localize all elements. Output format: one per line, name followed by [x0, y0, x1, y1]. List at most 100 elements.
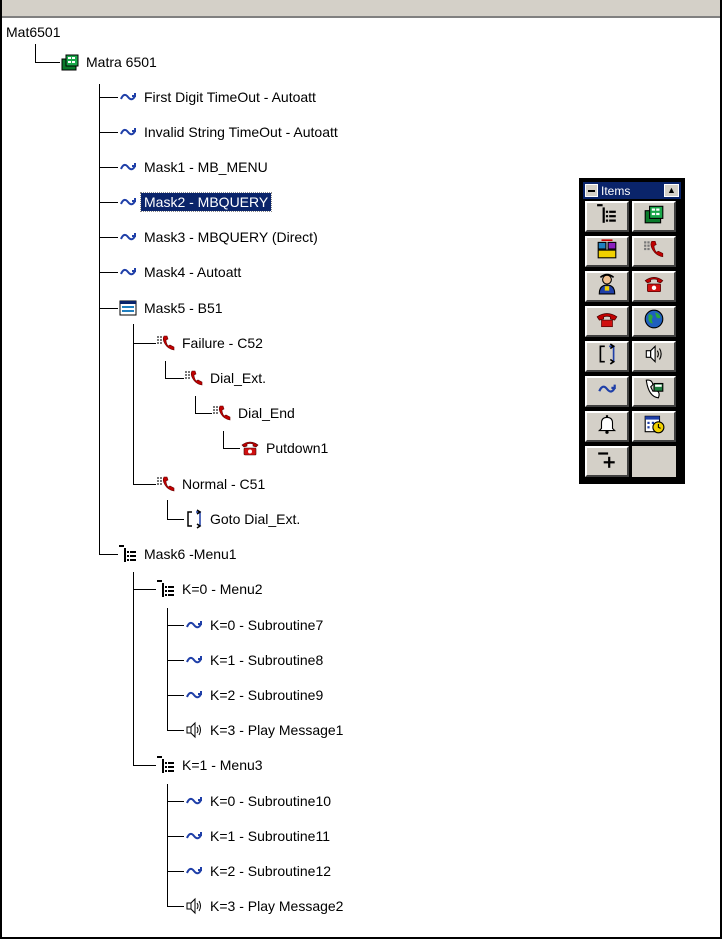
tree-connector	[195, 413, 212, 414]
tree-node[interactable]: Mask1 - MB_MENU	[118, 156, 271, 178]
tree-node[interactable]: Mask2 - MBQUERY	[118, 191, 273, 213]
tree-node[interactable]: Invalid String TimeOut - Autoatt	[118, 121, 341, 143]
tree-node-label: K=1 - Menu3	[182, 757, 263, 773]
tree-node-label: Normal - C51	[182, 476, 266, 492]
tree-node-label: Matra 6501	[86, 54, 157, 70]
tree-node-label: Mask3 - MBQUERY (Direct)	[144, 229, 318, 245]
collapse-up-icon[interactable]: ▲	[664, 184, 679, 197]
subroutine-arrow-icon	[118, 262, 138, 282]
palette-button-schedule[interactable]	[632, 411, 676, 442]
subroutine-arrow-icon	[596, 378, 618, 405]
palette-button-add-item[interactable]	[585, 446, 629, 477]
palette-button-subroutine-arrow[interactable]	[585, 376, 629, 407]
tree-node-label: Mask5 - B51	[144, 300, 223, 316]
tree-node[interactable]: Matra 6501	[60, 51, 160, 73]
goto-bracket-icon	[184, 509, 204, 529]
tree-node[interactable]: Dial_End	[212, 402, 298, 424]
tree-view-window: Mat6501 Matra 6501 First Digit TimeOut - …	[0, 0, 722, 939]
tree-node-label: K=0 - Subroutine10	[210, 793, 332, 809]
system-menu-icon[interactable]	[585, 184, 598, 197]
tree-node[interactable]: K=0 - Subroutine10	[184, 790, 334, 812]
tree-connector	[167, 519, 184, 520]
palette-button-speaker[interactable]	[632, 341, 676, 372]
palette-button-matra-switch[interactable]	[632, 201, 676, 232]
tree-node[interactable]: Mask4 - Autoatt	[118, 261, 244, 283]
tree-node-label: K=0 - Subroutine7	[210, 617, 324, 633]
tree-connector	[35, 62, 60, 63]
tree-node-label: Putdown1	[266, 440, 329, 456]
tree-node-label: K=3 - Play Message1	[210, 722, 344, 738]
tree-node[interactable]: K=0 - Menu2	[156, 578, 266, 600]
tree-connector	[167, 660, 184, 661]
tree-node[interactable]: Normal - C51	[156, 473, 268, 495]
palette-button-menu-tree[interactable]	[585, 201, 629, 232]
tree-connector	[167, 871, 184, 872]
tree-connector	[99, 132, 118, 133]
dial-phone-icon	[643, 238, 665, 265]
voicemail-icon	[643, 378, 665, 405]
tree-connector	[133, 589, 156, 590]
palette-button-hangup-phone[interactable]	[585, 306, 629, 337]
tree-node[interactable]: Putdown1	[240, 437, 331, 459]
palette-button-transfer[interactable]	[585, 236, 629, 267]
tree-connector	[165, 361, 166, 378]
tree-node-label: Failure - C52	[182, 335, 263, 351]
tree-node-label: Mask6 -Menu1	[144, 546, 237, 562]
speaker-icon	[643, 343, 665, 370]
palette-button-globe[interactable]	[632, 306, 676, 337]
tree-node[interactable]: First Digit TimeOut - Autoatt	[118, 86, 319, 108]
tree-node-label: K=1 - Subroutine11	[210, 828, 330, 844]
subroutine-arrow-icon	[184, 615, 204, 635]
tree-connector	[99, 308, 118, 309]
tree-node-label: First Digit TimeOut - Autoatt	[144, 89, 316, 105]
tree-connector	[133, 324, 134, 484]
subroutine-arrow-icon	[118, 157, 138, 177]
subroutine-arrow-icon	[184, 650, 204, 670]
tree-node[interactable]: K=1 - Subroutine11	[184, 825, 333, 847]
palette-titlebar[interactable]: Items ▲	[583, 182, 681, 199]
window-top-bar	[2, 0, 720, 18]
palette-button-operator[interactable]	[585, 271, 629, 302]
matra-switch-icon	[60, 52, 80, 72]
tree-connector	[167, 801, 184, 802]
speaker-icon	[184, 896, 204, 916]
tree-node-label: Mask4 - Autoatt	[144, 264, 242, 280]
tree-node-label: K=0 - Menu2	[182, 581, 263, 597]
tree-connector	[165, 378, 184, 379]
tree-node[interactable]: K=1 - Menu3	[156, 754, 266, 776]
tree-node[interactable]: Mask6 -Menu1	[118, 543, 240, 565]
tree-node-label: K=1 - Subroutine8	[210, 652, 324, 668]
subroutine-arrow-icon	[184, 826, 204, 846]
tree-connector	[167, 625, 184, 626]
tree-connector	[133, 343, 156, 344]
palette-button-dial-phone[interactable]	[632, 236, 676, 267]
dial-phone-icon	[184, 368, 204, 388]
tree-node[interactable]: K=2 - Subroutine9	[184, 684, 326, 706]
tree-node[interactable]: K=1 - Subroutine8	[184, 649, 326, 671]
tree-node[interactable]: Dial_Ext.	[184, 367, 269, 389]
speaker-icon	[184, 720, 204, 740]
palette-button-voicemail[interactable]	[632, 376, 676, 407]
tree-root-label[interactable]: Mat6501	[6, 24, 60, 40]
subroutine-arrow-icon	[118, 122, 138, 142]
tree-node[interactable]: Failure - C52	[156, 332, 266, 354]
palette-button-goto-bracket[interactable]	[585, 341, 629, 372]
tree-node[interactable]: K=3 - Play Message2	[184, 895, 346, 917]
palette-button-bell[interactable]	[585, 411, 629, 442]
schedule-icon	[643, 413, 665, 440]
palette-title: Items	[601, 183, 631, 198]
form-window-icon	[118, 298, 138, 318]
palette-button-red-telephone[interactable]	[632, 271, 676, 302]
subroutine-arrow-icon	[184, 861, 204, 881]
tree-connector	[99, 167, 118, 168]
tree-node[interactable]: Mask5 - B51	[118, 297, 226, 319]
tree-connector	[99, 237, 118, 238]
globe-icon	[643, 308, 665, 335]
tree-node[interactable]: Mask3 - MBQUERY (Direct)	[118, 226, 321, 248]
tree-node[interactable]: K=3 - Play Message1	[184, 719, 346, 741]
tree-node[interactable]: Goto Dial_Ext.	[184, 508, 303, 530]
tree-node[interactable]: K=0 - Subroutine7	[184, 614, 326, 636]
menu-tree-icon	[156, 579, 176, 599]
dial-phone-icon	[212, 403, 232, 423]
tree-node[interactable]: K=2 - Subroutine12	[184, 860, 334, 882]
